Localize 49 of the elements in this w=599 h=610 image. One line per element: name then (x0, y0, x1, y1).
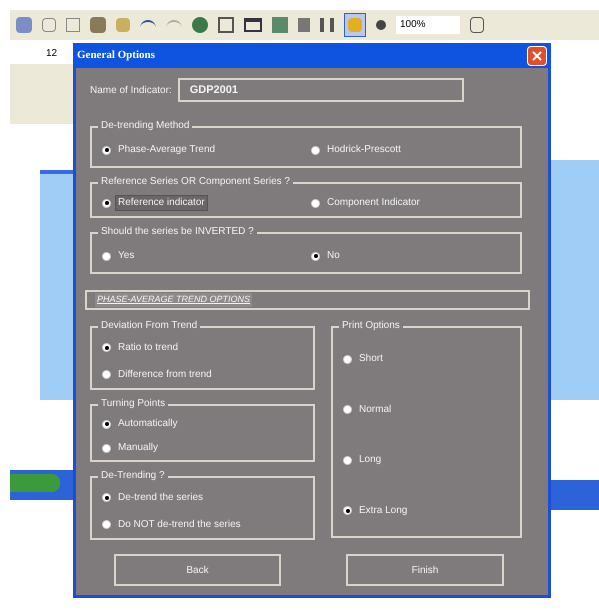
option-label: Phase-Average Trend (117, 143, 216, 157)
group-title: Turning Points (98, 398, 168, 410)
radio-button[interactable] (311, 198, 320, 208)
taskbar (551, 480, 599, 510)
group-title: De-Trending ? (98, 470, 168, 482)
option-label: Automatically (117, 417, 178, 431)
window-title: General Options (77, 48, 155, 64)
dialog-button[interactable]: Finish (346, 554, 504, 586)
option-label: Ratio to trend (117, 340, 180, 354)
option-label: Manually (117, 441, 160, 455)
radio-button[interactable] (102, 343, 111, 352)
dialog-button[interactable]: Back (114, 554, 281, 586)
radio-button[interactable] (102, 420, 111, 428)
start-button[interactable] (10, 474, 60, 492)
radio-button[interactable] (102, 444, 111, 452)
group-title: De-trending Method (98, 120, 192, 132)
name-label: Name of Indicator: (90, 84, 172, 98)
option-label: Reference indicator (115, 195, 208, 211)
option-label: No (326, 249, 341, 263)
option-label: Yes (117, 249, 136, 263)
close-icon (532, 50, 542, 60)
option-label: Difference from trend (117, 368, 213, 382)
radio-button[interactable] (311, 146, 320, 154)
option-label: Hodrick-Prescott (326, 143, 402, 157)
option-label: Do NOT de-trend the series (117, 518, 242, 532)
option-label: Extra Long (358, 504, 408, 518)
radio-button[interactable] (343, 456, 352, 465)
zoom-field[interactable]: 100% (396, 16, 460, 34)
group-title: Print Options (339, 320, 403, 332)
radio-button[interactable] (102, 146, 111, 154)
option-label: De-trend the series (117, 490, 204, 504)
radio-button[interactable] (102, 252, 111, 260)
group-title: Reference Series OR Component Series ? (98, 176, 293, 188)
radio-button[interactable] (102, 520, 111, 529)
side-toolbar (10, 64, 73, 124)
option-label: Component Indicator (326, 196, 421, 210)
option-label: Short (358, 352, 384, 366)
name-input[interactable]: GDP2001 (178, 78, 464, 102)
radio-button[interactable] (102, 198, 111, 208)
option-label: Normal (358, 402, 392, 417)
radio-button[interactable] (343, 354, 352, 364)
radio-button[interactable] (102, 493, 111, 502)
radio-button[interactable] (343, 506, 352, 516)
close-button[interactable] (527, 46, 547, 66)
option-label: Long (358, 453, 382, 468)
radio-button[interactable] (102, 370, 111, 379)
section-title: PHASE-AVERAGE TREND OPTIONS (95, 293, 252, 307)
radio-button[interactable] (311, 252, 320, 260)
radio-button[interactable] (343, 405, 352, 414)
